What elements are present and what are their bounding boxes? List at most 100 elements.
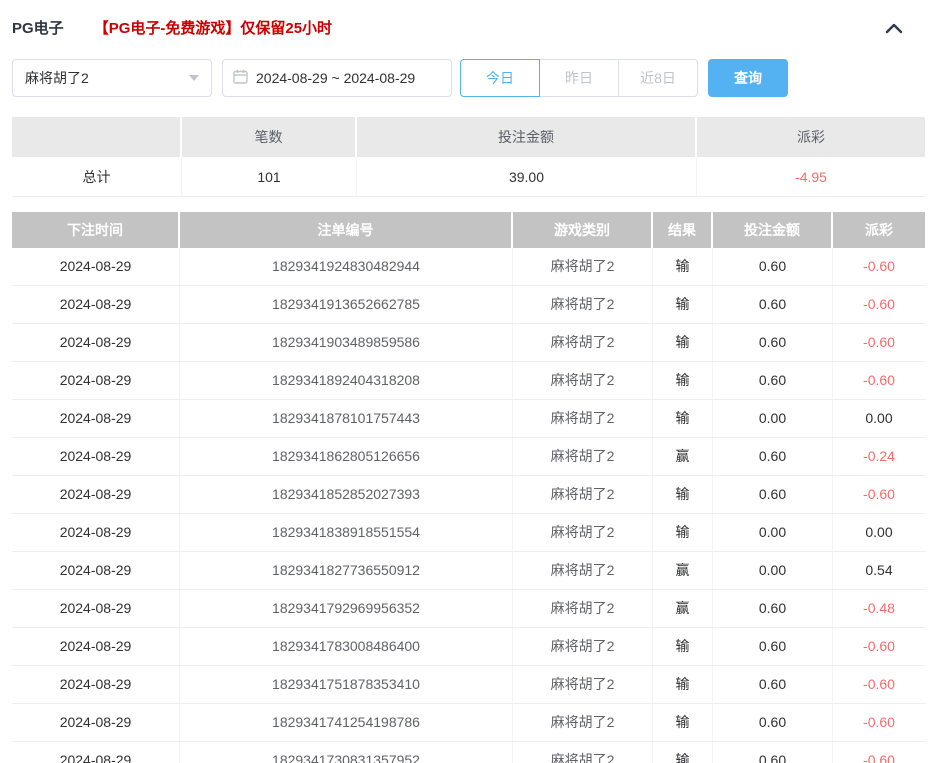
summary-count: 101 [182,157,357,197]
cell-bet-time: 2024-08-29 [12,362,180,399]
cell-bet-time: 2024-08-29 [12,590,180,627]
cell-bet-time: 2024-08-29 [12,666,180,703]
summary-header-cell-bet-amount: 投注金额 [357,117,697,157]
cell-payout: -0.48 [833,590,925,627]
cell-bet-id: 1829341903489859586 [180,324,513,361]
summary-payout: -4.95 [697,157,925,197]
table-row: 2024-08-29 1829341924830482944 麻将胡了2 输 0… [12,248,925,286]
cell-bet-id: 1829341924830482944 [180,248,513,285]
cell-result: 输 [653,476,713,513]
table-row: 2024-08-29 1829341892404318208 麻将胡了2 输 0… [12,362,925,400]
cell-bet-time: 2024-08-29 [12,248,180,285]
table-header-result: 结果 [653,212,713,248]
summary-header-cell-blank [12,117,182,157]
cell-bet-id: 1829341913652662785 [180,286,513,323]
summary-total-row: 总计 101 39.00 -4.95 [12,157,925,197]
cell-payout: -0.60 [833,704,925,741]
cell-payout: -0.60 [833,286,925,323]
cell-bet-id: 1829341783008486400 [180,628,513,665]
cell-result: 输 [653,628,713,665]
cell-bet-id: 1829341792969956352 [180,590,513,627]
cell-bet-amount: 0.00 [713,400,833,437]
panel-header: PG电子 【PG电子-免费游戏】仅保留25小时 [12,0,925,38]
game-select[interactable]: 麻将胡了2 [12,59,212,97]
cell-payout: 0.00 [833,400,925,437]
cell-result: 输 [653,362,713,399]
cell-game-type: 麻将胡了2 [513,514,653,551]
table-row: 2024-08-29 1829341827736550912 麻将胡了2 赢 0… [12,552,925,590]
cell-bet-id: 1829341751878353410 [180,666,513,703]
table-row: 2024-08-29 1829341903489859586 麻将胡了2 输 0… [12,324,925,362]
summary-table: 笔数 投注金额 派彩 总计 101 39.00 -4.95 [12,117,925,197]
cell-payout: -0.60 [833,324,925,361]
chevron-up-icon [885,22,903,37]
cell-result: 赢 [653,590,713,627]
cell-game-type: 麻将胡了2 [513,704,653,741]
cell-game-type: 麻将胡了2 [513,286,653,323]
cell-bet-time: 2024-08-29 [12,704,180,741]
notice-text: 【PG电子-免费游戏】仅保留25小时 [94,17,332,38]
cell-bet-time: 2024-08-29 [12,552,180,589]
cell-bet-amount: 0.60 [713,286,833,323]
table-header-bet-time: 下注时间 [12,212,180,248]
cell-bet-amount: 0.00 [713,514,833,551]
cell-game-type: 麻将胡了2 [513,476,653,513]
summary-total-label: 总计 [12,157,182,197]
quick-date-buttons: 今日 昨日 近8日 [460,59,698,97]
bet-records-panel: PG电子 【PG电子-免费游戏】仅保留25小时 麻将胡了2 2024-08-29… [0,0,937,763]
summary-header-cell-count: 笔数 [182,117,357,157]
cell-payout: -0.60 [833,666,925,703]
today-button[interactable]: 今日 [460,59,540,97]
bet-table-body: 2024-08-29 1829341924830482944 麻将胡了2 输 0… [12,248,925,763]
cell-payout: 0.00 [833,514,925,551]
cell-bet-amount: 0.00 [713,552,833,589]
search-button[interactable]: 查询 [708,59,788,97]
cell-bet-time: 2024-08-29 [12,438,180,475]
cell-game-type: 麻将胡了2 [513,324,653,361]
cell-bet-amount: 0.60 [713,590,833,627]
cell-game-type: 麻将胡了2 [513,362,653,399]
summary-header-cell-payout: 派彩 [697,117,925,157]
summary-header-row: 笔数 投注金额 派彩 [12,117,925,157]
table-header-bet-amount: 投注金额 [713,212,833,248]
cell-payout: -0.60 [833,476,925,513]
cell-payout: -0.60 [833,742,925,763]
cell-payout: -0.60 [833,628,925,665]
cell-bet-id: 1829341730831357952 [180,742,513,763]
cell-payout: -0.60 [833,248,925,285]
cell-bet-amount: 0.60 [713,324,833,361]
table-row: 2024-08-29 1829341741254198786 麻将胡了2 输 0… [12,704,925,742]
cell-game-type: 麻将胡了2 [513,666,653,703]
bet-table-header-row: 下注时间 注单编号 游戏类别 结果 投注金额 派彩 [12,212,925,248]
table-header-bet-id: 注单编号 [180,212,513,248]
cell-result: 输 [653,704,713,741]
cell-bet-amount: 0.60 [713,666,833,703]
collapse-button[interactable] [885,22,903,34]
yesterday-button[interactable]: 昨日 [539,59,619,97]
cell-result: 输 [653,286,713,323]
table-row: 2024-08-29 1829341913652662785 麻将胡了2 输 0… [12,286,925,324]
cell-bet-time: 2024-08-29 [12,400,180,437]
cell-payout: -0.60 [833,362,925,399]
filter-bar: 麻将胡了2 2024-08-29 ~ 2024-08-29 今日 昨日 近8日 … [12,59,925,97]
cell-game-type: 麻将胡了2 [513,248,653,285]
cell-bet-amount: 0.60 [713,476,833,513]
cell-payout: 0.54 [833,552,925,589]
cell-bet-time: 2024-08-29 [12,286,180,323]
cell-bet-amount: 0.60 [713,438,833,475]
cell-bet-id: 1829341892404318208 [180,362,513,399]
date-range-input[interactable]: 2024-08-29 ~ 2024-08-29 [222,59,452,97]
cell-result: 赢 [653,438,713,475]
cell-bet-id: 1829341862805126656 [180,438,513,475]
table-row: 2024-08-29 1829341878101757443 麻将胡了2 输 0… [12,400,925,438]
cell-game-type: 麻将胡了2 [513,400,653,437]
cell-payout: -0.24 [833,438,925,475]
table-row: 2024-08-29 1829341783008486400 麻将胡了2 输 0… [12,628,925,666]
cell-bet-time: 2024-08-29 [12,476,180,513]
cell-bet-amount: 0.60 [713,704,833,741]
cell-game-type: 麻将胡了2 [513,742,653,763]
last8days-button[interactable]: 近8日 [618,59,698,97]
cell-result: 输 [653,400,713,437]
table-row: 2024-08-29 1829341792969956352 麻将胡了2 赢 0… [12,590,925,628]
summary-bet-amount: 39.00 [357,157,697,197]
